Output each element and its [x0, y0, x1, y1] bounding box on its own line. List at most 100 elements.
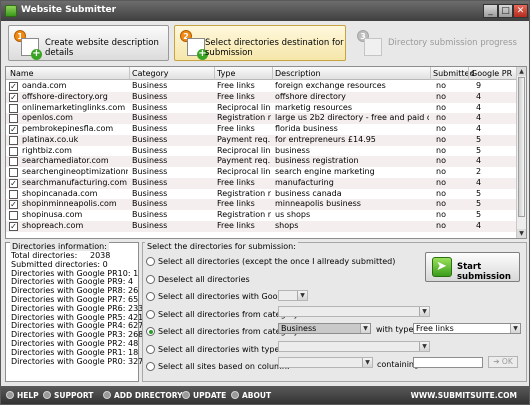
minimize-button[interactable]: _	[483, 4, 498, 18]
table-row[interactable]: openlos.com Business Registration r... larg…	[6, 113, 516, 124]
cell-type: Payment req...	[217, 134, 271, 144]
maximize-button[interactable]: □	[498, 4, 513, 18]
table-row[interactable]: ✓ shopreach.com Business Free links shops no 4	[6, 220, 516, 232]
step-submission-progress-button[interactable]: 3 Directory submission progress	[351, 25, 521, 61]
scroll-thumb[interactable]	[518, 77, 525, 217]
wizard-steps: 1 Create website description details 2 S…	[5, 25, 525, 63]
type-select-disabled[interactable]: ▼	[278, 341, 430, 352]
containing-input[interactable]	[413, 357, 483, 368]
column-header-category[interactable]: Category	[132, 69, 169, 78]
cell-description: marketig resources	[275, 102, 353, 112]
table-row[interactable]: searchamediator.com Business Payment req..…	[6, 156, 516, 167]
type-select[interactable]: Free links ▼	[413, 323, 521, 334]
option-deselect-all[interactable]: Deselect all directories	[146, 275, 250, 284]
option-label: Select all sites based on column:	[158, 362, 290, 371]
radio-button[interactable]	[146, 310, 155, 319]
table-row[interactable]: shopinusa.com Business Registration r... us…	[6, 210, 516, 221]
radio-button-selected[interactable]	[146, 327, 155, 336]
column-header-name[interactable]: Name	[10, 69, 34, 78]
row-checkbox[interactable]: ✓	[9, 125, 18, 134]
support-link[interactable]: SUPPORT	[43, 391, 93, 400]
table-row[interactable]: ✓ shopinminneapolis.com Business Free links…	[6, 199, 516, 210]
row-checkbox[interactable]	[9, 146, 18, 156]
category-select[interactable]: Business ▼	[278, 323, 371, 334]
option-select-all[interactable]: Select all directories (except the once …	[146, 257, 395, 266]
cell-category: Business	[132, 188, 168, 198]
radio-button[interactable]	[146, 292, 155, 301]
row-checkbox[interactable]: ✓	[9, 82, 18, 91]
radio-button[interactable]	[146, 345, 155, 354]
selection-panel: Select the directories for submission: S…	[142, 242, 527, 382]
column-divider[interactable]	[468, 67, 469, 80]
table-row[interactable]: shopincanada.com Business Registration r..…	[6, 189, 516, 200]
table-row[interactable]: onlinemarketinglinks.com Business Reciproc…	[6, 103, 516, 114]
row-checkbox[interactable]	[9, 157, 18, 167]
column-header-google-pr[interactable]: Google PR	[471, 69, 512, 78]
row-checkbox[interactable]: ✓	[9, 200, 18, 210]
ok-button[interactable]: ➔ OK	[488, 356, 518, 368]
close-button[interactable]: ✕	[513, 4, 528, 18]
row-checkbox[interactable]	[9, 135, 18, 145]
directory-table: Name Category Type Description Submitted…	[5, 66, 527, 239]
google-pr-select[interactable]: ▼	[278, 290, 308, 301]
title-bar: Website Submitter _ □ ✕	[1, 1, 529, 21]
step-select-directories-button[interactable]: 2 Select directories destination for sub…	[174, 25, 346, 61]
table-row[interactable]: platinax.co.uk Business Payment req... for …	[6, 134, 516, 146]
table-row[interactable]: ✓ oanda.com Business Free links foreign exch…	[6, 81, 516, 92]
cell-description: business registration	[275, 156, 359, 166]
table-row[interactable]: ✓ searchmanufacturing.com Business Free lin…	[6, 177, 516, 189]
step-create-description-button[interactable]: 1 Create website description details	[8, 25, 169, 61]
about-link[interactable]: ABOUT	[231, 391, 271, 400]
table-body: ✓ oanda.com Business Free links foreign exch…	[6, 81, 516, 232]
column-header-description[interactable]: Description	[275, 69, 321, 78]
start-submission-button[interactable]: Start submission	[425, 252, 520, 282]
cell-submitted: no	[436, 113, 446, 123]
row-checkbox[interactable]	[9, 211, 18, 220]
document-add-icon	[21, 38, 42, 60]
table-row[interactable]: ✓ pembrokepinesfla.com Business Free links f…	[6, 124, 516, 135]
cell-category: Business	[132, 177, 168, 187]
table-scrollbar[interactable]: ▲ ▼	[516, 67, 526, 238]
row-checkbox[interactable]	[9, 114, 18, 124]
scroll-up-arrow-icon[interactable]: ▲	[517, 67, 526, 76]
chevron-down-icon: ▼	[362, 358, 372, 367]
update-label: UPDATE	[193, 391, 227, 400]
cell-name: offshore-directory.org	[22, 91, 108, 101]
cell-type: Free links	[217, 177, 255, 187]
row-checkbox[interactable]	[9, 168, 18, 177]
cell-type: Free links	[217, 91, 255, 101]
option-type[interactable]: Select all directories with type:	[146, 345, 282, 354]
column-select[interactable]: ▼	[278, 357, 373, 368]
arrow-right-icon	[432, 257, 452, 277]
bottom-bar: HELP SUPPORT ADD DIRECTORY UPDATE ABOUT …	[1, 386, 529, 404]
radio-button[interactable]	[146, 362, 155, 371]
scroll-down-arrow-icon[interactable]: ▼	[517, 229, 526, 238]
cell-submitted: no	[436, 91, 446, 101]
category-select-disabled[interactable]: ▼	[278, 306, 430, 317]
table-row[interactable]: rightbiz.com Business Reciprocal lin... bus…	[6, 146, 516, 157]
option-label: Select all directories with type:	[158, 345, 283, 354]
column-divider[interactable]	[272, 67, 273, 80]
website-link[interactable]: WWW.SUBMITSUITE.COM	[411, 391, 517, 400]
cell-pr: 5	[476, 145, 482, 155]
update-link[interactable]: UPDATE	[182, 391, 226, 400]
row-checkbox[interactable]	[9, 189, 18, 199]
column-divider[interactable]	[430, 67, 431, 80]
add-directory-link[interactable]: ADD DIRECTORY	[103, 391, 183, 400]
column-divider[interactable]	[214, 67, 215, 80]
table-row[interactable]: ✓ offshore-directory.org Business Free link…	[6, 91, 516, 103]
column-divider[interactable]	[129, 67, 130, 80]
row-checkbox[interactable]: ✓	[9, 178, 18, 188]
cell-category: Business	[132, 220, 168, 230]
column-header-type[interactable]: Type	[217, 69, 235, 78]
cell-type: Reciprocal lin...	[217, 145, 271, 155]
row-checkbox[interactable]: ✓	[9, 221, 18, 231]
row-checkbox[interactable]	[9, 103, 18, 113]
help-link[interactable]: HELP	[6, 391, 39, 400]
table-row[interactable]: searchengineoptimizationmarke... Business…	[6, 167, 516, 178]
option-column[interactable]: Select all sites based on column:	[146, 362, 290, 371]
info-line: Directories with Google PR0: 327	[11, 356, 144, 366]
radio-button[interactable]	[146, 275, 155, 284]
radio-button[interactable]	[146, 257, 155, 266]
row-checkbox[interactable]: ✓	[9, 92, 18, 102]
